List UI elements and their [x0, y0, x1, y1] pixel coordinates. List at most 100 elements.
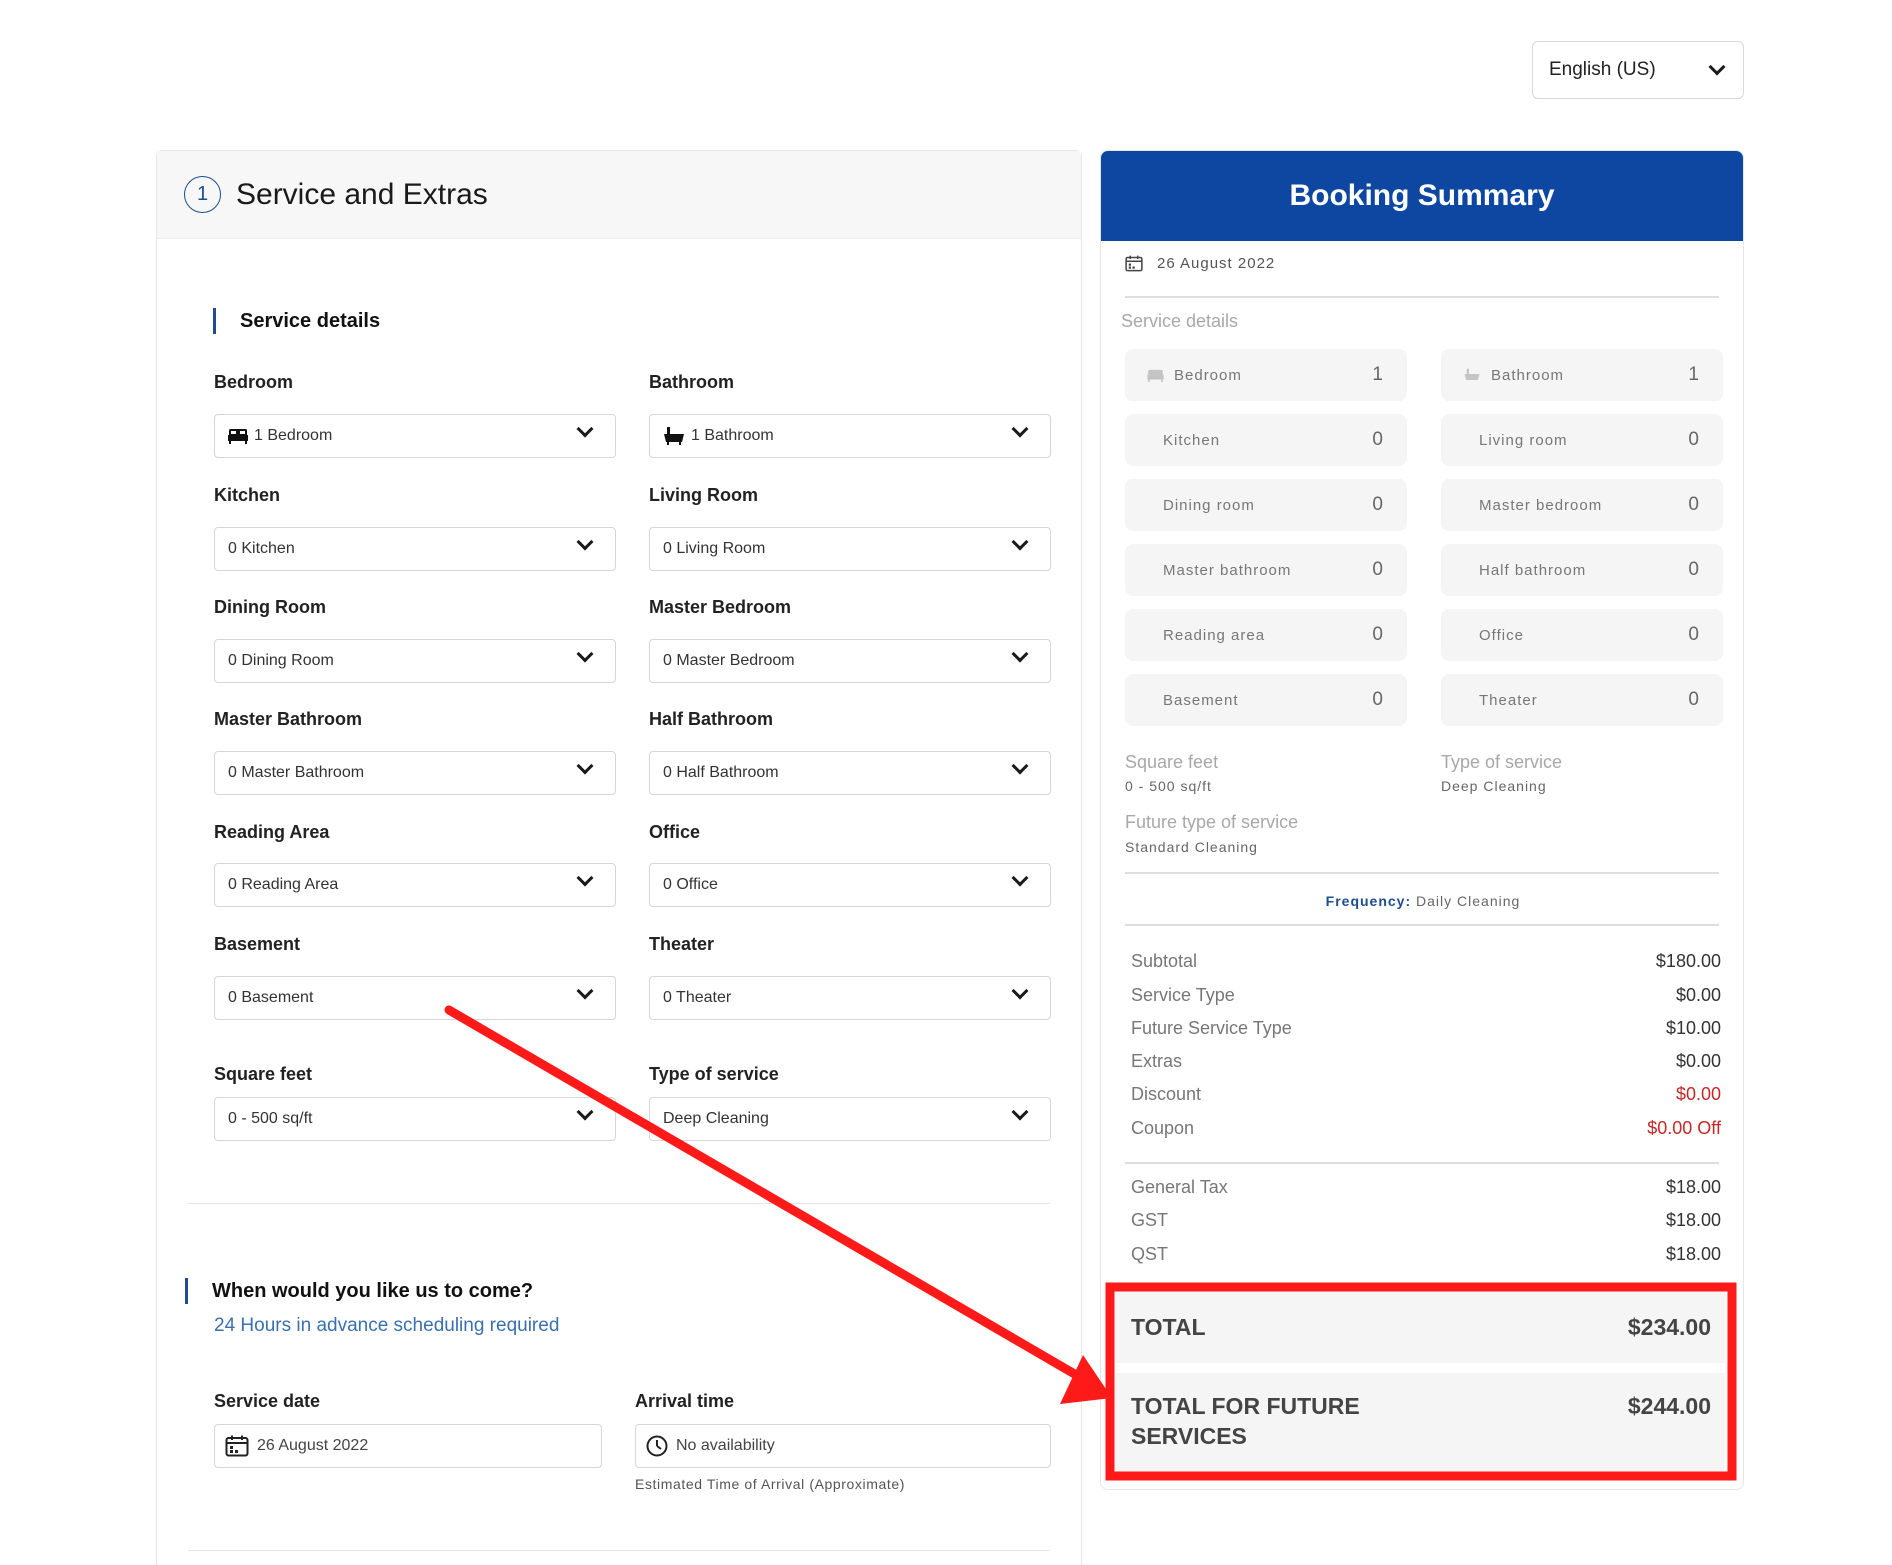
summary-line-general-tax: General Tax $18.00: [1131, 1177, 1721, 1198]
summary-future-type-label: Future type of service: [1125, 812, 1299, 832]
calendar-icon: [1125, 255, 1143, 272]
summary-item-label: Basement: [1163, 691, 1239, 709]
service-date-input[interactable]: 26 August 2022: [214, 1424, 602, 1468]
service-date-value: 26 August 2022: [257, 1437, 369, 1454]
kitchen-label: Kitchen: [214, 485, 281, 505]
chevron-down-icon: [1011, 982, 1029, 1000]
chevron-down-icon: [576, 645, 594, 663]
summary-item-count: 0: [1372, 624, 1383, 645]
chevron-down-icon: [576, 533, 594, 551]
section-accent-bar: [213, 308, 216, 334]
summary-item-label: Dining room: [1163, 496, 1255, 514]
summary-item-count: 0: [1688, 494, 1699, 515]
total-label: TOTAL: [1131, 1313, 1206, 1340]
chevron-down-icon: [1708, 58, 1726, 76]
summary-item-count: 0: [1688, 429, 1699, 450]
line-value: $0.00 Off: [1647, 1118, 1721, 1138]
theater-select[interactable]: 0 Theater: [649, 976, 1051, 1020]
summary-item-count: 1: [1372, 364, 1383, 385]
line-label: Future Service Type: [1131, 1018, 1292, 1038]
service-details-heading-text: Service details: [240, 309, 381, 332]
line-value: $18.00: [1665, 1210, 1721, 1230]
bed-icon: [1147, 369, 1164, 382]
total-future-label-line1: TOTAL FOR FUTURE: [1131, 1393, 1360, 1419]
line-label: General Tax: [1131, 1177, 1228, 1197]
office-select[interactable]: 0 Office: [649, 863, 1051, 907]
summary-item-office: Office 0: [1441, 609, 1723, 661]
summary-item-count: 0: [1688, 689, 1699, 710]
master-bathroom-select[interactable]: 0 Master Bathroom: [214, 751, 616, 795]
service-extras-card: 1 Service and Extras: [156, 150, 1082, 1565]
basement-label: Basement: [214, 934, 301, 954]
theater-select-value: 0 Theater: [663, 989, 732, 1006]
bedroom-select[interactable]: 1 Bedroom: [214, 414, 616, 458]
half-bathroom-select-value: 0 Half Bathroom: [663, 764, 779, 781]
summary-frequency: Frequency: Daily Cleaning: [1101, 893, 1743, 909]
summary-item-label: Living room: [1479, 431, 1568, 449]
total-value: $234.00: [1627, 1313, 1711, 1340]
summary-date-value: 26 August 2022: [1157, 255, 1276, 272]
master-bedroom-select-value: 0 Master Bedroom: [663, 652, 795, 669]
section-divider: [188, 1550, 1050, 1551]
line-value: $10.00: [1665, 1018, 1721, 1038]
office-label: Office: [649, 822, 701, 842]
summary-item-kitchen: Kitchen 0: [1125, 414, 1407, 466]
square-feet-select[interactable]: 0 - 500 sq/ft: [214, 1097, 616, 1141]
type-of-service-select[interactable]: Deep Cleaning: [649, 1097, 1051, 1141]
chevron-down-icon: [576, 982, 594, 1000]
summary-type-of-service-value: Deep Cleaning: [1441, 778, 1547, 794]
summary-item-count: 0: [1372, 429, 1383, 450]
line-value: $0.00: [1675, 1084, 1721, 1104]
chevron-down-icon: [1011, 533, 1029, 551]
dining-room-select-value: 0 Dining Room: [228, 652, 334, 669]
square-feet-label: Square feet: [214, 1064, 313, 1084]
total-future-value: $244.00: [1627, 1393, 1711, 1419]
bathroom-select[interactable]: 1 Bathroom: [649, 414, 1051, 458]
arrival-time-value: No availability: [676, 1437, 775, 1454]
living-room-select-value: 0 Living Room: [663, 540, 766, 557]
summary-item-count: 0: [1688, 559, 1699, 580]
summary-line-qst: QST $18.00: [1131, 1244, 1721, 1265]
bathroom-label: Bathroom: [649, 372, 734, 392]
summary-line-service-type: Service Type $0.00: [1131, 985, 1721, 1006]
summary-divider: [1125, 1162, 1719, 1164]
summary-divider: [1125, 296, 1719, 298]
summary-line-extras: Extras $0.00: [1131, 1051, 1721, 1072]
line-label: QST: [1131, 1244, 1169, 1264]
reading-area-select-value: 0 Reading Area: [228, 876, 339, 893]
summary-item-count: 1: [1688, 364, 1699, 385]
summary-item-label: Kitchen: [1163, 431, 1221, 449]
summary-item-dining-room: Dining room 0: [1125, 479, 1407, 531]
line-value: $0.00: [1675, 1051, 1721, 1071]
master-bathroom-label: Master Bathroom: [214, 709, 363, 729]
living-room-label: Living Room: [649, 485, 758, 505]
half-bathroom-select[interactable]: 0 Half Bathroom: [649, 751, 1051, 795]
summary-total-future: TOTAL FOR FUTURE SERVICES $244.00: [1115, 1373, 1725, 1473]
living-room-select[interactable]: 0 Living Room: [649, 527, 1051, 571]
dining-room-select[interactable]: 0 Dining Room: [214, 639, 616, 683]
summary-type-of-service-label: Type of service: [1441, 752, 1563, 772]
frequency-label: Frequency:: [1325, 893, 1412, 909]
summary-item-label: Master bathroom: [1163, 561, 1292, 579]
theater-label: Theater: [649, 934, 715, 954]
summary-item-label: Reading area: [1163, 626, 1266, 644]
step-number-badge: 1: [184, 176, 221, 213]
kitchen-select[interactable]: 0 Kitchen: [214, 527, 616, 571]
line-label: GST: [1131, 1210, 1169, 1230]
bathtub-icon: [663, 426, 685, 446]
arrival-time-input[interactable]: No availability: [635, 1424, 1051, 1468]
basement-select[interactable]: 0 Basement: [214, 976, 616, 1020]
master-bathroom-select-value: 0 Master Bathroom: [228, 764, 365, 781]
frequency-value: Daily Cleaning: [1416, 893, 1521, 909]
line-label: Discount: [1131, 1084, 1202, 1104]
summary-item-count: 0: [1688, 624, 1699, 645]
reading-area-select[interactable]: 0 Reading Area: [214, 863, 616, 907]
master-bedroom-select[interactable]: 0 Master Bedroom: [649, 639, 1051, 683]
summary-item-master-bedroom: Master bedroom 0: [1441, 479, 1723, 531]
calendar-icon: [225, 1435, 249, 1457]
schedule-heading-text: When would you like us to come?: [212, 1279, 534, 1302]
summary-item-label: Half bathroom: [1479, 561, 1587, 579]
language-select[interactable]: English (US): [1532, 41, 1744, 99]
section-accent-bar: [185, 1278, 188, 1304]
arrival-time-label: Arrival time: [635, 1391, 735, 1411]
